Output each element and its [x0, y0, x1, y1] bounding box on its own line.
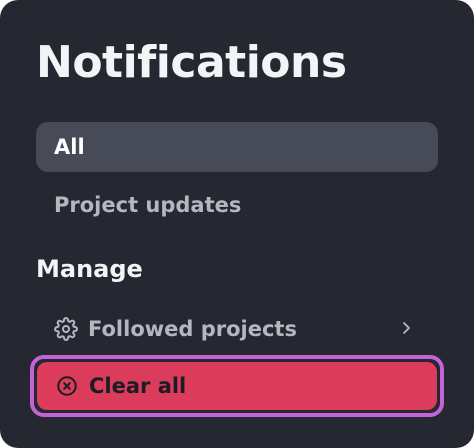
notifications-panel: Notifications All Project updates Manage…	[0, 0, 474, 448]
chevron-right-icon	[396, 318, 416, 338]
gear-icon	[54, 317, 78, 341]
x-circle-icon	[55, 374, 79, 398]
nav-item-all[interactable]: All	[36, 122, 438, 172]
nav-item-label: Project updates	[54, 193, 242, 217]
page-title: Notifications	[36, 37, 347, 88]
clear-all-focus-ring: Clear all	[30, 355, 444, 417]
followed-projects-item[interactable]: Followed projects	[36, 304, 438, 354]
clear-all-label: Clear all	[89, 374, 187, 398]
nav-item-project-updates[interactable]: Project updates	[36, 180, 438, 230]
clear-all-button[interactable]: Clear all	[37, 362, 437, 410]
manage-heading: Manage	[36, 255, 143, 283]
nav-item-label: All	[54, 135, 85, 159]
followed-projects-label: Followed projects	[88, 317, 297, 341]
